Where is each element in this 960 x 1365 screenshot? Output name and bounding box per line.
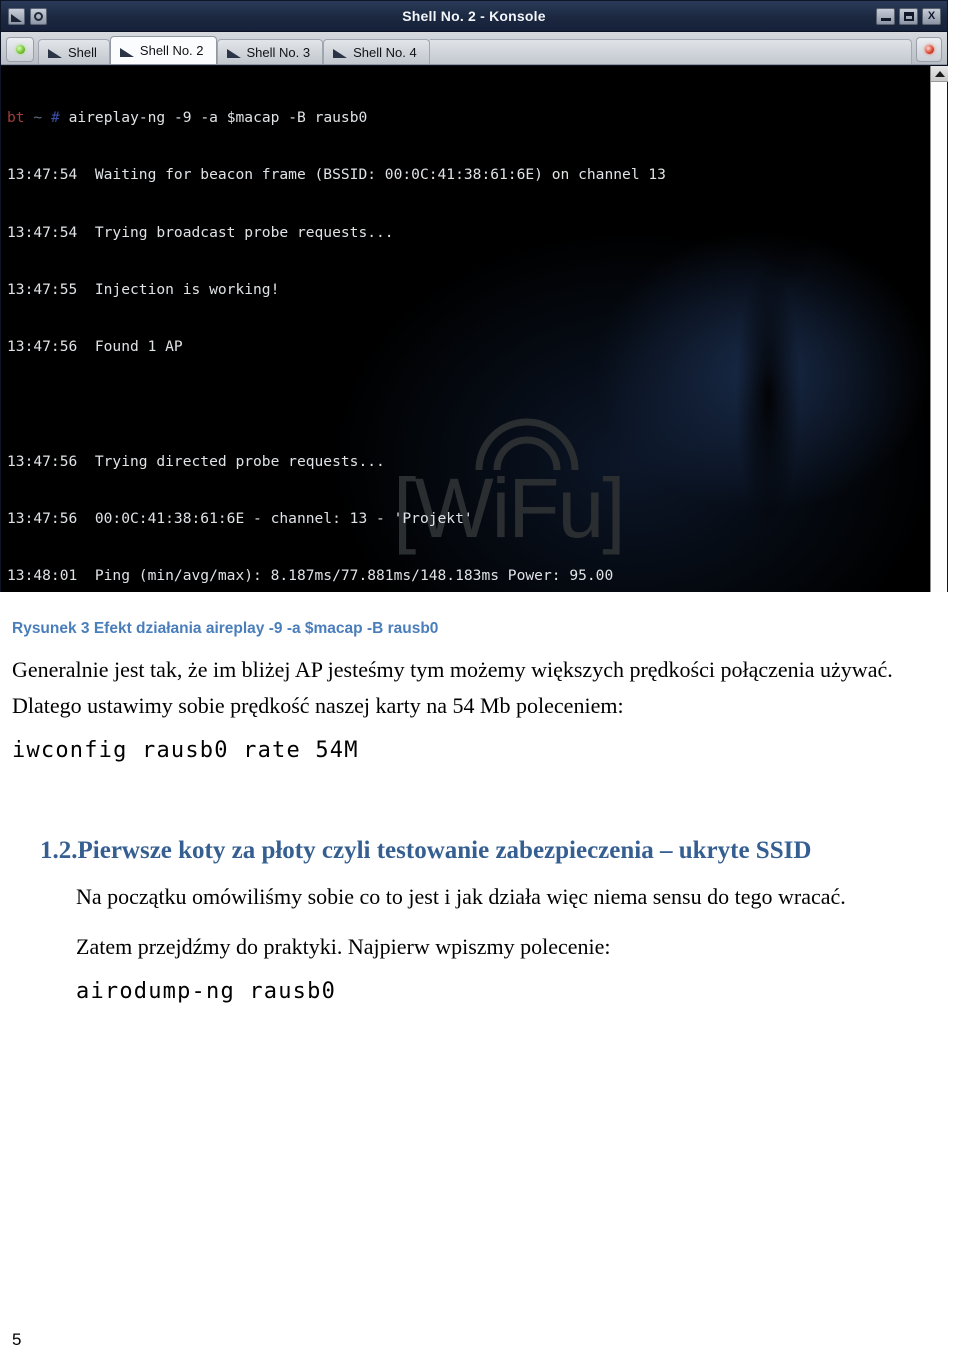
- close-tab-button[interactable]: [916, 37, 942, 62]
- document-body: Rysunek 3 Efekt działania aireplay -9 -a…: [0, 592, 960, 1004]
- minimize-icon: [880, 17, 891, 21]
- terminal-line: 13:47:56 00:0C:41:38:61:6E - channel: 13…: [7, 510, 473, 528]
- tab-shell[interactable]: Shell: [38, 39, 110, 64]
- tab-label: Shell No. 3: [246, 44, 311, 60]
- tab-label: Shell No. 4: [353, 44, 417, 60]
- tab-shell-no-4[interactable]: Shell No. 4: [323, 39, 430, 64]
- maximize-icon: [903, 11, 914, 21]
- tab-shell-no-2[interactable]: Shell No. 2: [109, 36, 217, 64]
- tab-bar-empty-area: [429, 39, 912, 64]
- konsole-icon[interactable]: [8, 7, 25, 25]
- tab-shell-no-3[interactable]: Shell No. 3: [216, 39, 324, 64]
- close-button[interactable]: X: [922, 7, 941, 25]
- command-block-1: iwconfig rausb0 rate 54M: [12, 738, 359, 763]
- titlebar-icon-group: [1, 7, 47, 25]
- terminal-icon: [48, 46, 62, 58]
- maximize-button[interactable]: [899, 7, 918, 25]
- paragraph-3: Zatem przejdźmy do praktyki. Najpierw wp…: [76, 934, 611, 959]
- prompt-path: ~: [33, 109, 43, 127]
- window-title: Shell No. 2 - Konsole: [402, 8, 546, 24]
- terminal-prompt-line: bt ~ # aireplay-ng -9 -a $macap -B rausb…: [7, 108, 930, 127]
- konsole-window: Shell No. 2 - Konsole X Shell Shell No. …: [0, 0, 948, 592]
- terminal-icon: [226, 46, 241, 58]
- terminal-line: 13:47:54 Waiting for beacon frame (BSSID…: [7, 166, 666, 184]
- terminal-line: 13:47:54 Trying broadcast probe requests…: [7, 223, 394, 241]
- terminal-command: aireplay-ng -9 -a $macap -B rausb0: [68, 109, 368, 127]
- new-tab-button[interactable]: [6, 37, 34, 62]
- target-icon[interactable]: [30, 7, 47, 25]
- scroll-up-arrow-icon[interactable]: [931, 66, 948, 82]
- terminal-scrollbar[interactable]: [930, 66, 948, 592]
- terminal-area: [WiFu] bt ~ # aireplay-ng -9 -a $macap -…: [1, 65, 948, 592]
- terminal-icon: [119, 45, 134, 57]
- section-heading: 1.2.Pierwsze koty za płoty czyli testowa…: [40, 837, 812, 864]
- terminal-line: 13:47:55 Injection is working!: [7, 281, 280, 299]
- tab-label: Shell: [68, 44, 97, 60]
- figure-caption: Rysunek 3 Efekt działania aireplay -9 -a…: [12, 620, 439, 637]
- terminal-icon: [333, 46, 348, 58]
- terminal-line: 13:48:01 Ping (min/avg/max): 8.187ms/77.…: [7, 567, 614, 585]
- page-number: 5: [12, 1330, 22, 1349]
- paragraph-2: Na początku omówiliśmy sobie co to jest …: [76, 884, 846, 909]
- command-block-2: airodump-ng rausb0: [76, 979, 337, 1004]
- close-icon: X: [927, 9, 936, 22]
- terminal-screen[interactable]: [WiFu] bt ~ # aireplay-ng -9 -a $macap -…: [1, 66, 930, 592]
- paragraph-1: Generalnie jest tak, że im bliżej AP jes…: [12, 657, 893, 718]
- minimize-button[interactable]: [876, 7, 895, 25]
- terminal-output: bt ~ # aireplay-ng -9 -a $macap -B rausb…: [7, 70, 930, 592]
- tab-label: Shell No. 2: [139, 43, 204, 58]
- window-titlebar[interactable]: Shell No. 2 - Konsole X: [1, 1, 947, 32]
- close-session-icon: [924, 45, 934, 54]
- window-controls: X: [876, 7, 941, 25]
- terminal-line: 13:47:56 Found 1 AP: [7, 338, 183, 356]
- prompt-host: bt: [7, 109, 25, 127]
- terminal-line: 13:47:56 Trying directed probe requests.…: [7, 452, 385, 470]
- tab-bar: Shell Shell No. 2 Shell No. 3 Shell No. …: [1, 32, 947, 65]
- prompt-symbol: #: [50, 109, 60, 127]
- new-session-icon: [15, 45, 25, 54]
- scrollbar-track[interactable]: [931, 82, 947, 592]
